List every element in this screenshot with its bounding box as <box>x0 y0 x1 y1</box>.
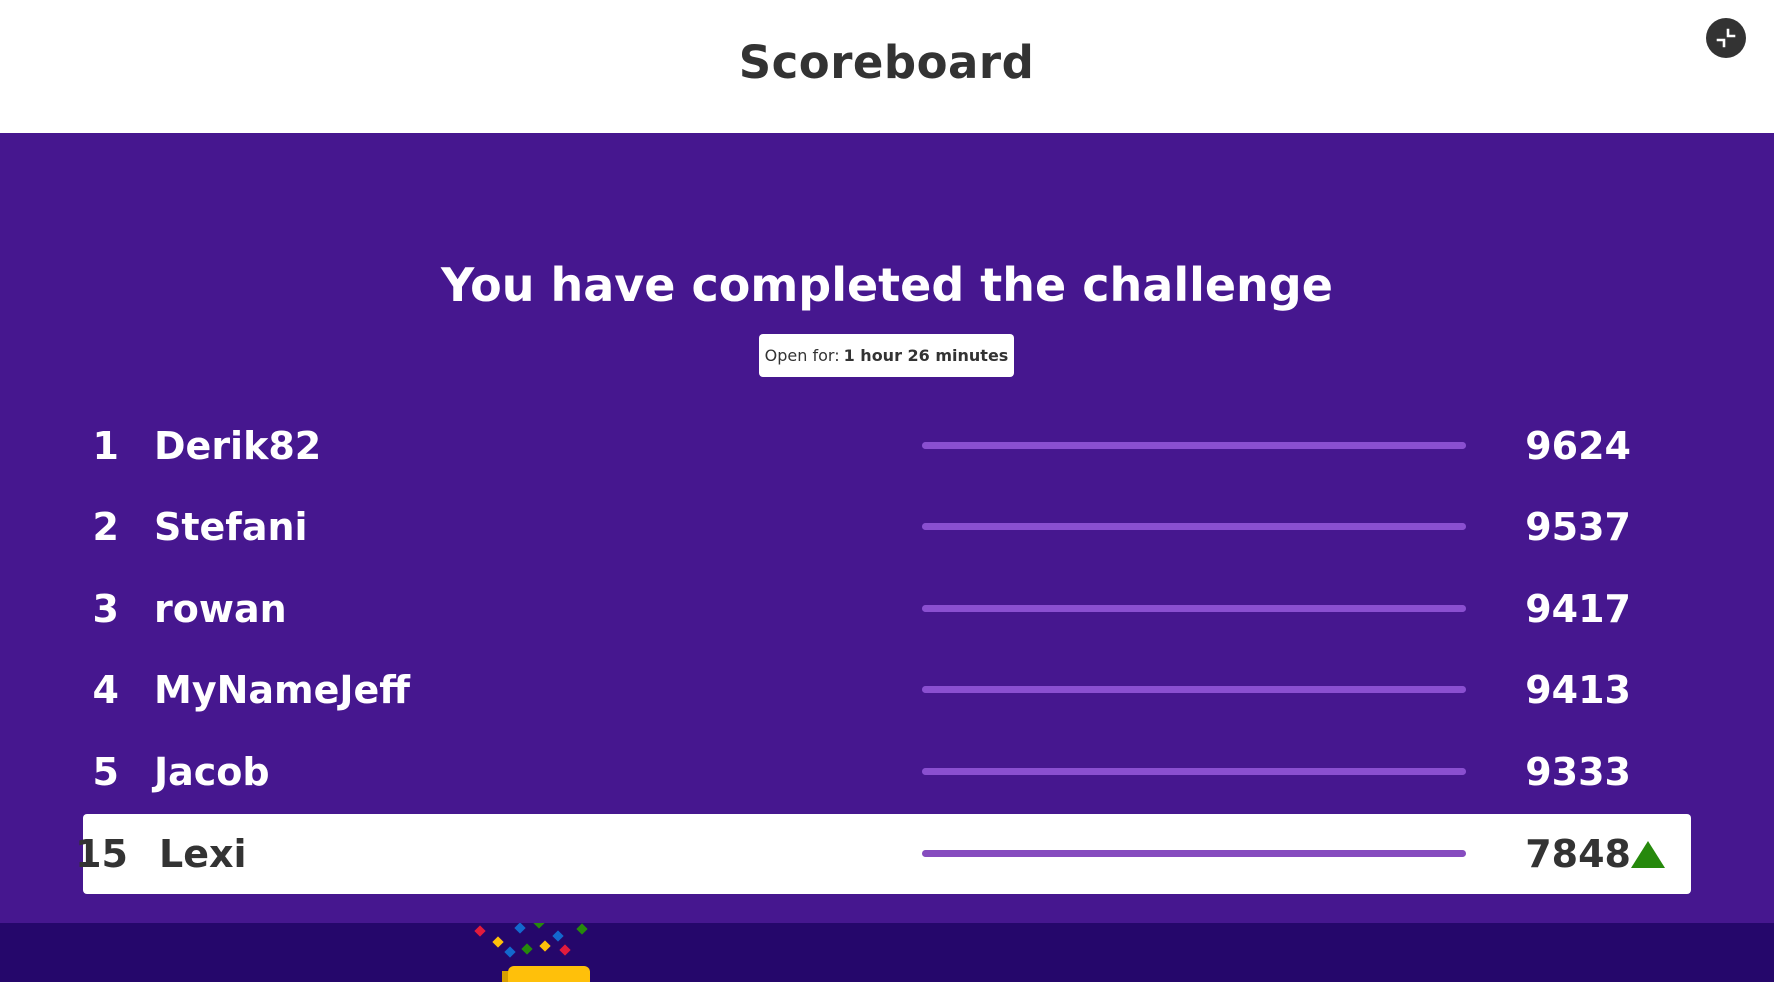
fullscreen-exit-icon <box>1716 28 1736 48</box>
scoreboard-panel: You have completed the challenge Open fo… <box>0 133 1774 923</box>
player-nickname: rowan <box>154 587 287 631</box>
player-nickname: Stefani <box>154 505 308 549</box>
open-duration-label: Open for: <box>764 346 840 365</box>
leaderboard-row: 2 Stefani 9537 <box>83 487 1691 567</box>
score-bar-fill <box>922 686 1466 693</box>
leaderboard-row: 1 Derik82 9624 <box>83 406 1691 486</box>
player-rank: 3 <box>92 587 119 631</box>
top-bar: Scoreboard <box>0 0 1776 133</box>
score-bar <box>922 768 1466 775</box>
player-score: 9333 <box>1525 750 1631 794</box>
score-bar <box>922 850 1466 857</box>
player-rank: 4 <box>92 668 119 712</box>
podium-illustration <box>508 966 590 982</box>
current-player-row: 15 Lexi 7848 <box>75 814 1691 894</box>
score-bar-fill <box>922 605 1466 612</box>
score-bar <box>922 686 1466 693</box>
fullscreen-button[interactable] <box>1706 18 1746 58</box>
player-score: 9537 <box>1525 505 1631 549</box>
score-bar-fill <box>922 523 1466 530</box>
open-duration-value: 1 hour 26 minutes <box>843 346 1009 365</box>
completion-headline: You have completed the challenge <box>441 258 1333 312</box>
confetti-piece <box>492 936 504 948</box>
page-title: Scoreboard <box>738 36 1035 89</box>
player-nickname: MyNameJeff <box>154 668 411 712</box>
player-score: 9413 <box>1525 668 1631 712</box>
confetti-piece <box>539 940 551 952</box>
player-rank: 1 <box>92 424 119 468</box>
leaderboard-row: 5 Jacob 9333 <box>83 732 1691 812</box>
score-bar-fill <box>922 850 1466 857</box>
player-score: 9417 <box>1525 587 1631 631</box>
footer-bar <box>0 923 1774 982</box>
confetti-piece <box>576 923 588 935</box>
confetti-piece <box>474 925 486 937</box>
confetti-piece <box>559 944 571 956</box>
score-bar <box>922 605 1466 612</box>
score-bar <box>922 442 1466 449</box>
score-bar-fill <box>922 442 1466 449</box>
rank-up-arrow-icon <box>1631 841 1665 868</box>
leaderboard-row: 3 rowan 9417 <box>83 569 1691 649</box>
confetti-piece <box>552 930 564 942</box>
player-nickname: Derik82 <box>154 424 322 468</box>
confetti-piece <box>533 923 545 929</box>
confetti-piece <box>521 943 533 955</box>
confetti-piece <box>514 923 526 934</box>
current-player-rank: 15 <box>75 832 128 876</box>
player-score: 9624 <box>1525 424 1631 468</box>
confetti-piece <box>504 946 516 958</box>
current-player-score: 7848 <box>1525 832 1631 876</box>
score-bar <box>922 523 1466 530</box>
score-bar-fill <box>922 768 1466 775</box>
leaderboard-row: 4 MyNameJeff 9413 <box>83 650 1691 730</box>
player-rank: 2 <box>92 505 119 549</box>
current-player-nickname: Lexi <box>159 832 247 876</box>
player-rank: 5 <box>92 750 119 794</box>
open-duration-badge: Open for: 1 hour 26 minutes <box>759 334 1014 377</box>
player-nickname: Jacob <box>154 750 270 794</box>
